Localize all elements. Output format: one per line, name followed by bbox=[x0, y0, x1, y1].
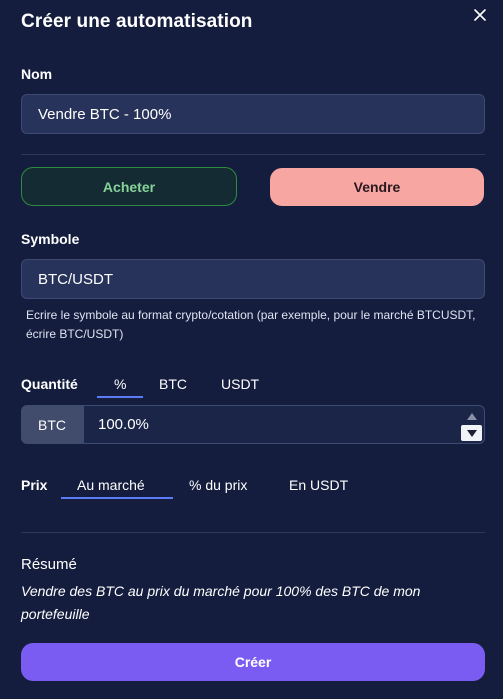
name-input[interactable]: Vendre BTC - 100% bbox=[21, 94, 485, 134]
quantity-label: Quantité bbox=[21, 376, 78, 392]
divider bbox=[21, 154, 485, 155]
summary-text: Vendre des BTC au prix du marché pour 10… bbox=[21, 583, 421, 622]
stepper-down-button[interactable] bbox=[461, 425, 482, 441]
symbol-label: Symbole bbox=[21, 231, 80, 247]
buy-button[interactable]: Acheter bbox=[21, 167, 237, 206]
quantity-tab-underline bbox=[97, 396, 143, 398]
quantity-input-value: 100.0% bbox=[98, 416, 149, 433]
create-button[interactable]: Créer bbox=[21, 643, 485, 681]
create-automation-dialog: Créer une automatisation Nom Vendre BTC … bbox=[0, 0, 503, 699]
price-tab-market[interactable]: Au marché bbox=[77, 477, 145, 493]
stepper-up-button[interactable] bbox=[461, 408, 482, 424]
quantity-stepper[interactable] bbox=[459, 406, 484, 443]
price-label: Prix bbox=[21, 477, 48, 493]
close-button[interactable] bbox=[469, 4, 491, 26]
price-tab-underline bbox=[61, 497, 173, 499]
quantity-tab-btc[interactable]: BTC bbox=[159, 376, 187, 392]
summary-title: Résumé bbox=[21, 556, 77, 573]
symbol-input-value: BTC/USDT bbox=[38, 270, 113, 288]
price-tab-in-usdt[interactable]: En USDT bbox=[289, 477, 348, 493]
quantity-tab-percent[interactable]: % bbox=[114, 376, 126, 392]
name-label: Nom bbox=[21, 66, 53, 82]
quantity-input[interactable]: 100.0% bbox=[83, 405, 485, 444]
symbol-hint: Ecrire le symbole au format crypto/cotat… bbox=[26, 308, 476, 341]
name-input-value: Vendre BTC - 100% bbox=[38, 105, 172, 123]
triangle-up-icon bbox=[466, 412, 477, 420]
quantity-tab-usdt[interactable]: USDT bbox=[221, 376, 259, 392]
close-icon bbox=[474, 9, 486, 21]
price-tab-percent-of-price[interactable]: % du prix bbox=[189, 477, 247, 493]
triangle-down-icon bbox=[466, 429, 477, 437]
quantity-unit-badge: BTC bbox=[21, 405, 83, 444]
sell-button[interactable]: Vendre bbox=[270, 168, 484, 206]
dialog-title: Créer une automatisation bbox=[21, 11, 253, 32]
divider bbox=[21, 532, 485, 533]
symbol-input[interactable]: BTC/USDT bbox=[21, 259, 485, 299]
